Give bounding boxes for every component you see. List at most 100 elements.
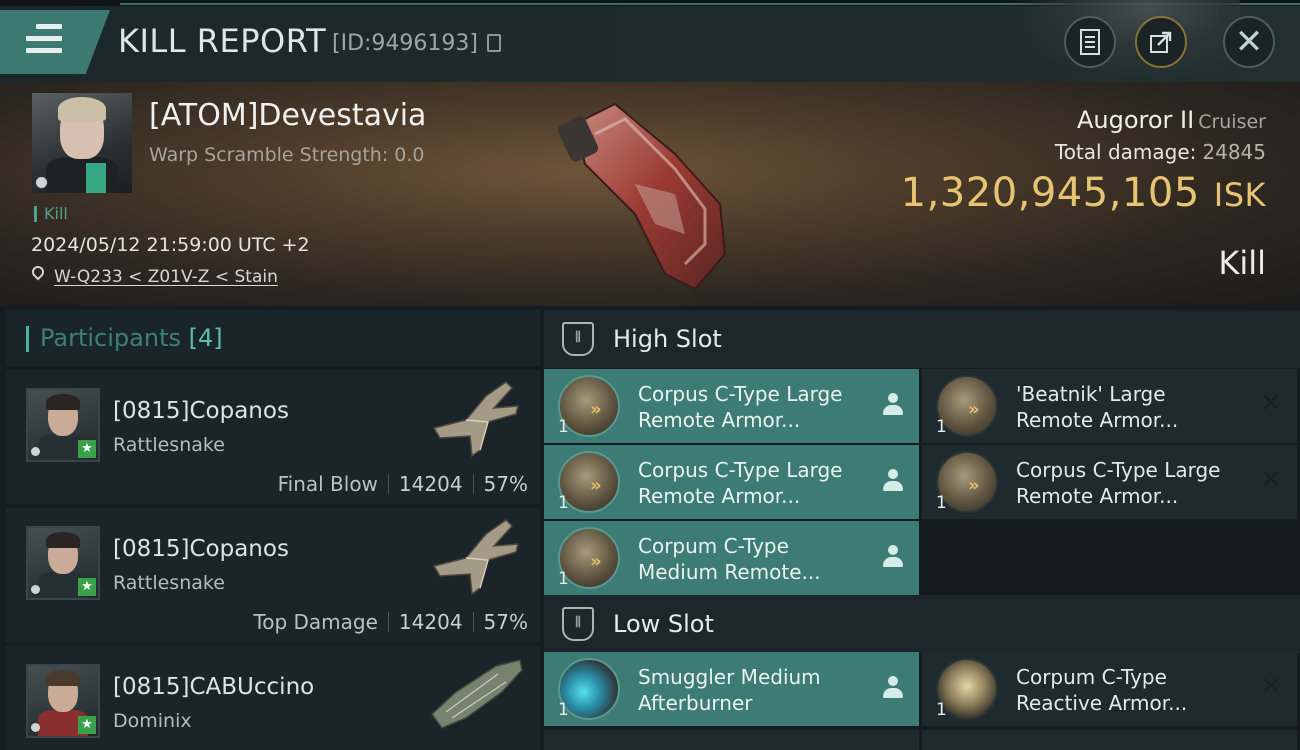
participant-damage: 14204 (398, 610, 463, 634)
victim-banner: [ATOM]Devestavia Warp Scramble Strength:… (0, 82, 1300, 306)
ship-class: Cruiser (1198, 111, 1266, 133)
rattlesnake-ship-image (432, 519, 519, 596)
clipboard-icon (1080, 29, 1100, 55)
low-slot-header: ⫼ Low Slot (544, 595, 1300, 653)
kill-location-link[interactable]: W-Q233 < Z01V-Z < Stain (54, 267, 278, 287)
participants-title: Participants [4] (40, 324, 223, 352)
module-quantity: 1 (558, 493, 569, 513)
module-name: Corpum C-Type Reactive Armor... (1016, 665, 1188, 715)
total-damage-label: Total damage: (1054, 140, 1197, 164)
person-icon (883, 469, 903, 493)
module-quantity: 1 (936, 493, 947, 513)
victim-ship[interactable]: Augoror II Cruiser (1077, 106, 1266, 134)
high-slot-title: High Slot (613, 325, 722, 353)
share-icon (1150, 31, 1172, 53)
corp-badge-icon (35, 176, 48, 189)
corp-badge-icon (31, 723, 40, 732)
module-name: Smuggler Medium Afterburner (638, 665, 821, 715)
isk-amount: 1,320,945,105 (900, 170, 1200, 216)
participant-portrait[interactable]: ★ (26, 526, 100, 600)
destroyed-icon: ✕ (1260, 672, 1281, 700)
destroyed-icon: ✕ (1260, 465, 1281, 493)
module-quantity: 1 (936, 700, 947, 720)
destroyed-icon: ✕ (1260, 389, 1281, 417)
planet-backdrop (1010, 0, 1240, 82)
person-icon (883, 676, 903, 700)
total-damage-value: 24845 (1202, 140, 1266, 164)
dominix-ship-image (431, 659, 523, 729)
participant-row[interactable]: ★ [0815]Copanos Rattlesnake Final Blow 14… (6, 370, 540, 504)
module-name: Corpus C-Type Large Remote Armor... (638, 458, 843, 508)
module-slot[interactable]: » 1 Corpus C-Type Large Remote Armor... (544, 369, 919, 443)
module-slot[interactable] (922, 730, 1297, 750)
module-quantity: 1 (936, 417, 947, 437)
module-slot[interactable] (544, 730, 919, 750)
participants-count: [4] (188, 324, 223, 352)
kill-id: [ID:9496193] (332, 31, 478, 56)
ship-name: Augoror II (1076, 106, 1195, 134)
star-icon: ★ (78, 440, 96, 458)
participant-portrait[interactable]: ★ (26, 388, 100, 462)
participant-role: Top Damage (253, 610, 378, 634)
module-slot[interactable]: » 1 Corpum C-Type Medium Remote... (544, 521, 919, 595)
corp-badge-icon (31, 447, 40, 456)
module-slot[interactable]: 1 Smuggler Medium Afterburner (544, 652, 919, 726)
close-icon: ✕ (1234, 22, 1264, 62)
participant-percent: 57% (483, 610, 528, 634)
module-name: Corpus C-Type Large Remote Armor... (638, 382, 843, 432)
low-slot-icon: ⫼ (562, 607, 594, 641)
participant-percent: 57% (483, 472, 528, 496)
corp-badge-icon (31, 585, 40, 594)
warp-scramble-strength: Warp Scramble Strength: 0.0 (149, 144, 425, 166)
low-slot-title: Low Slot (613, 610, 714, 638)
star-icon: ★ (78, 578, 96, 596)
participant-row[interactable]: ★ [0815]CABUccino Dominix (6, 646, 540, 750)
isk-unit: ISK (1213, 176, 1266, 214)
close-button[interactable]: ✕ (1223, 16, 1275, 68)
participants-label: Participants (40, 324, 181, 352)
rattlesnake-ship-image (432, 381, 519, 458)
clipboard-button[interactable] (1064, 16, 1116, 68)
participant-role: Final Blow (277, 472, 378, 496)
participant-row[interactable]: ★ [0815]Copanos Rattlesnake Top Damage 14… (6, 508, 540, 642)
participant-name: [0815]Copanos (113, 536, 289, 562)
participant-ship: Rattlesnake (113, 434, 225, 456)
victim-name[interactable]: [ATOM]Devestavia (149, 98, 426, 133)
kill-tag: Kill (34, 206, 68, 222)
participant-portrait[interactable]: ★ (26, 664, 100, 738)
module-quantity: 1 (558, 417, 569, 437)
menu-icon (26, 24, 62, 60)
participants-header: Participants [4] (6, 310, 540, 366)
participant-ship: Rattlesnake (113, 572, 225, 594)
menu-button[interactable] (0, 10, 110, 74)
participant-damage: 14204 (398, 472, 463, 496)
module-name: Corpum C-Type Medium Remote... (638, 534, 821, 584)
module-quantity: 1 (558, 569, 569, 589)
module-slot[interactable]: » 1 Corpus C-Type Large Remote Armor... (544, 445, 919, 519)
module-slot[interactable]: » 1 'Beatnik' Large Remote Armor... ✕ (922, 369, 1297, 443)
module-name: 'Beatnik' Large Remote Armor... (1016, 382, 1179, 432)
participant-stats: Top Damage 14204 57% (253, 610, 528, 634)
victim-portrait[interactable] (32, 93, 132, 193)
participant-name: [0815]Copanos (113, 398, 289, 424)
page-title: KILL REPORT (118, 22, 327, 60)
module-name: Corpus C-Type Large Remote Armor... (1016, 458, 1221, 508)
participant-name: [0815]CABUccino (113, 674, 315, 700)
isk-value: 1,320,945,105 ISK (901, 170, 1266, 216)
header-bar: KILL REPORT [ID:9496193] ✕ (0, 0, 1300, 82)
kill-result: Kill (1218, 244, 1266, 282)
high-slot-header: ⫼ High Slot (544, 310, 1300, 368)
share-button[interactable] (1135, 16, 1187, 68)
module-quantity: 1 (558, 700, 569, 720)
location-pin-icon (29, 263, 47, 281)
participant-stats: Final Blow 14204 57% (278, 472, 528, 496)
high-slot-icon: ⫼ (562, 322, 594, 356)
person-icon (883, 545, 903, 569)
module-slot[interactable]: 1 Corpum C-Type Reactive Armor... ✕ (922, 652, 1297, 726)
module-slot[interactable]: » 1 Corpus C-Type Large Remote Armor... ✕ (922, 445, 1297, 519)
copy-icon[interactable] (487, 34, 501, 52)
participant-ship: Dominix (113, 710, 192, 732)
star-icon: ★ (78, 716, 96, 734)
person-icon (883, 393, 903, 417)
kill-date: 2024/05/12 21:59:00 UTC +2 (31, 234, 310, 256)
